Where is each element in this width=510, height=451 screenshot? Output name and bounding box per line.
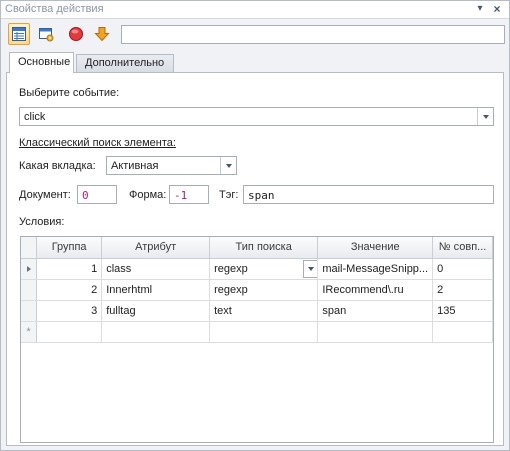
chevron-down-icon[interactable]	[220, 157, 236, 174]
column-header-group[interactable]: Группа	[36, 237, 103, 259]
new-cell-group[interactable]	[36, 321, 103, 343]
cell-group[interactable]: 2	[36, 279, 103, 301]
tab-main[interactable]: Основные	[9, 52, 74, 73]
form-label: Форма:	[129, 189, 167, 201]
column-header-value[interactable]: Значение	[317, 237, 434, 259]
column-header-match-number[interactable]: № совп...	[432, 237, 493, 259]
document-field[interactable]: 0	[77, 185, 117, 204]
cell-group[interactable]: 3	[36, 300, 103, 322]
action-name-input[interactable]	[121, 25, 505, 44]
window-settings-icon	[39, 28, 54, 42]
document-label: Документ:	[19, 189, 71, 201]
conditions-table: Группа Атрибут Тип поиска Значение № сов…	[21, 237, 493, 343]
table-row[interactable]: 3 fulltag text span 135	[21, 300, 493, 322]
current-row-indicator-icon	[21, 258, 38, 280]
cell-value[interactable]: mail-MessageSnipp...	[317, 258, 434, 280]
stop-icon	[69, 27, 83, 41]
classic-search-heading: Классический поиск элемента:	[19, 137, 176, 149]
cell-group[interactable]: 1	[36, 258, 103, 280]
new-cell-value[interactable]	[317, 321, 434, 343]
new-row-icon: *	[21, 321, 38, 343]
event-label: Выберите событие:	[19, 87, 120, 99]
cell-search-type: regexp	[214, 262, 248, 275]
table-row[interactable]: 1 class regexp mail-MessageSnipp... 0	[21, 258, 493, 280]
row-indicator	[21, 279, 38, 301]
window-title: Свойства действия	[5, 3, 104, 15]
cell-match-number[interactable]: 2	[432, 279, 493, 301]
new-cell-match-number[interactable]	[432, 321, 493, 343]
close-icon[interactable]: ×	[490, 2, 504, 16]
title-bar: Свойства действия ▾ ×	[1, 1, 509, 19]
toolbar	[1, 20, 509, 50]
cell-attribute[interactable]: fulltag	[101, 300, 211, 322]
conditions-grid: Группа Атрибут Тип поиска Значение № сов…	[20, 236, 494, 443]
properties-view-button[interactable]	[8, 23, 30, 45]
window-menu-dropdown-icon[interactable]: ▾	[473, 2, 487, 16]
tab-select-value: Активная	[111, 160, 159, 172]
new-row[interactable]: *	[21, 321, 493, 343]
tab-advanced[interactable]: Дополнительно	[76, 54, 174, 72]
cell-match-number[interactable]: 135	[432, 300, 493, 322]
cell-search-type[interactable]: text	[209, 300, 319, 322]
new-cell-attribute[interactable]	[101, 321, 211, 343]
chevron-down-icon[interactable]	[477, 108, 493, 125]
table-view-icon	[12, 27, 26, 41]
event-select[interactable]: click	[19, 107, 494, 126]
chevron-down-icon[interactable]	[303, 259, 317, 278]
tag-field[interactable]: span	[243, 185, 494, 204]
form-field[interactable]: -1	[169, 185, 209, 204]
new-cell-search-type[interactable]	[209, 321, 319, 343]
move-down-button[interactable]	[91, 23, 113, 45]
stop-button[interactable]	[65, 23, 87, 45]
cell-match-number[interactable]: 0	[432, 258, 493, 280]
conditions-header-row: Группа Атрибут Тип поиска Значение № сов…	[21, 237, 493, 259]
table-row[interactable]: 2 Innerhtml regexp IRecommend\.ru 2	[21, 279, 493, 301]
action-properties-window: Свойства действия ▾ × Основные Дополните…	[0, 0, 510, 451]
cell-search-type-editor[interactable]: regexp	[209, 258, 319, 280]
tag-value: span	[248, 189, 275, 202]
column-header-attribute[interactable]: Атрибут	[101, 237, 211, 259]
row-indicator-header	[21, 237, 38, 259]
arrow-down-icon	[94, 27, 110, 42]
row-indicator	[21, 300, 38, 322]
tab-select[interactable]: Активная	[106, 156, 237, 175]
form-value: -1	[174, 189, 188, 202]
cell-value[interactable]: IRecommend\.ru	[317, 279, 434, 301]
conditions-label: Условия:	[19, 216, 65, 228]
document-value: 0	[82, 189, 89, 202]
tag-label: Тэг:	[219, 189, 239, 201]
cell-attribute[interactable]: class	[101, 258, 211, 280]
window-settings-button[interactable]	[35, 23, 57, 45]
tab-select-label: Какая вкладка:	[19, 160, 96, 172]
column-header-search-type[interactable]: Тип поиска	[209, 237, 319, 259]
main-tab-panel: Выберите событие: click Классический пои…	[6, 72, 504, 446]
cell-search-type[interactable]: regexp	[209, 279, 319, 301]
cell-value[interactable]: span	[317, 300, 434, 322]
cell-attribute[interactable]: Innerhtml	[101, 279, 211, 301]
event-select-value: click	[24, 111, 46, 123]
